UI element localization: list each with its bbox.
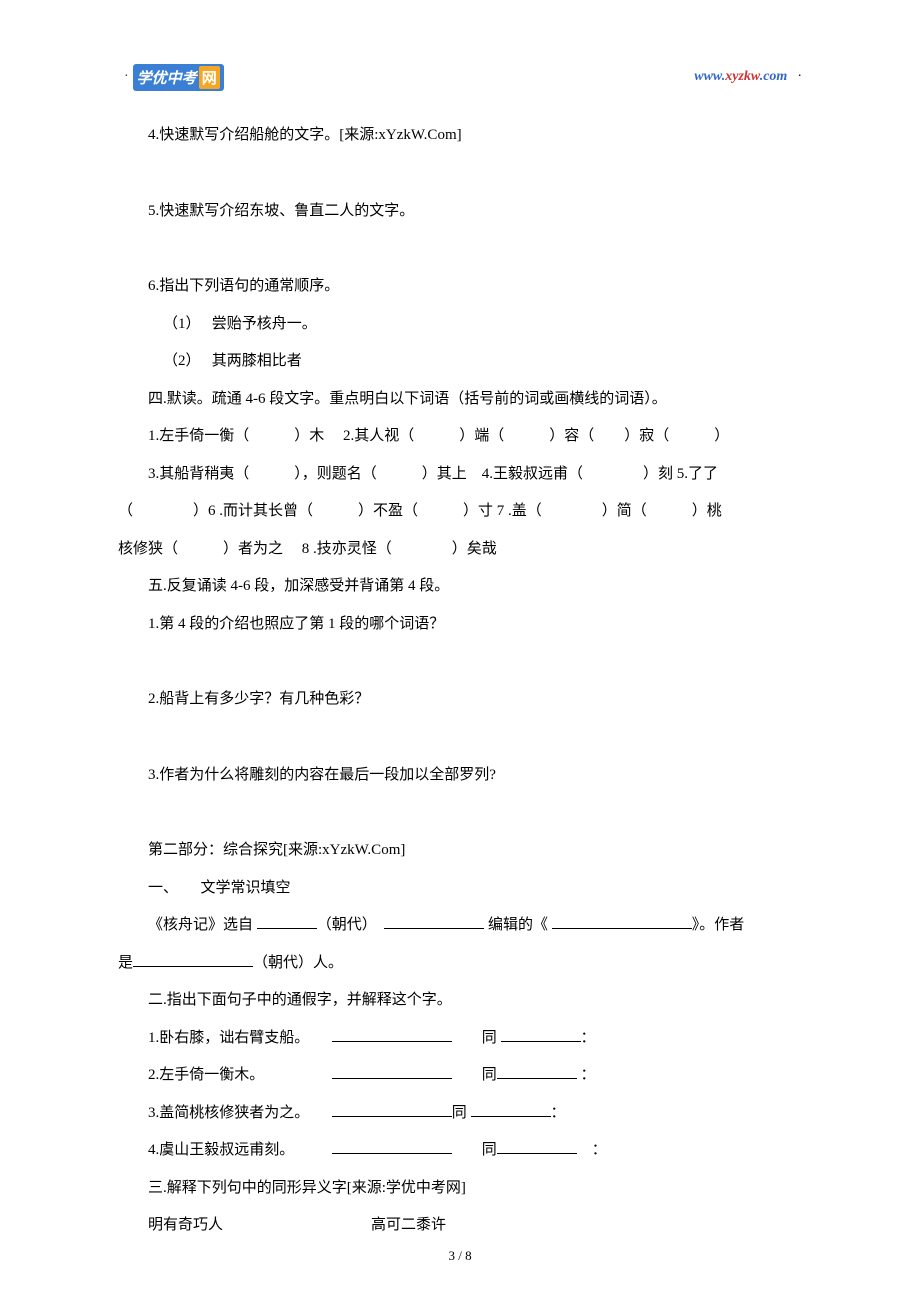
text-segment: 同	[452, 1142, 497, 1158]
part-2-s2-item-3: 3.盖简桃核修狭者为之。 同 ：	[118, 1095, 802, 1133]
blank-field[interactable]	[332, 1102, 452, 1117]
total-pages: 8	[465, 1248, 472, 1263]
logo-badge: · 学优中考 网	[124, 65, 224, 89]
section-4-line-4: 核修狭（ ）者为之 8 .技亦灵怪（ ）矣哉	[118, 531, 802, 569]
section-4-line-1: 1.左手倚一衡（ ）木 2.其人视（ ）端（ ）容（ ）寂（ ）	[118, 418, 802, 456]
logo-suffix: 网	[199, 66, 220, 89]
part-2-section-1: 一、 文学常识填空	[118, 870, 802, 908]
text-segment: （朝代）人。	[253, 955, 343, 971]
blank-field[interactable]	[133, 952, 253, 967]
section-5-heading: 五.反复诵读 4-6 段，加深感受并背诵第 4 段。	[118, 568, 802, 606]
text-segment: 2.左手倚一衡木。	[148, 1067, 332, 1083]
text-segment: 编辑的《	[484, 917, 552, 933]
section-5-q3: 3.作者为什么将雕刻的内容在最后一段加以全部罗列?	[118, 757, 802, 795]
blank-field[interactable]	[257, 914, 317, 929]
text-segment: 同	[452, 1030, 501, 1046]
part-2-heading: 第二部分：综合探究[来源:xYzkW.Com]	[118, 832, 802, 870]
logo-text: 学优中考	[137, 67, 197, 88]
text-segment: 同	[452, 1105, 471, 1121]
part-2-s1-fill-line-2: 是 （朝代）人。	[118, 945, 802, 983]
question-5: 5.快速默写介绍东坡、鲁直二人的文字。	[118, 193, 802, 231]
blank-field[interactable]	[501, 1027, 581, 1042]
text-segment: 《核舟记》选自	[148, 917, 257, 933]
part-2-s2-item-2: 2.左手倚一衡木。 同 ：	[118, 1057, 802, 1095]
blank-field[interactable]	[552, 914, 692, 929]
spacer	[118, 155, 802, 193]
text-segment-left: 明有奇巧人	[148, 1217, 223, 1233]
document-content: 4.快速默写介绍船舱的文字。[来源:xYzkW.Com] 5.快速默写介绍东坡、…	[0, 89, 920, 1245]
section-5-q2: 2.船背上有多少字？有几种色彩？	[118, 681, 802, 719]
blank-field[interactable]	[332, 1027, 452, 1042]
section-4-line-2: 3.其船背稍夷（ ），则题名（ ）其上 4.王毅叔远甫（ ）刻 5.了了	[118, 456, 802, 494]
text-segment: 是	[118, 955, 133, 971]
blank-field[interactable]	[471, 1102, 551, 1117]
url-com: .com	[760, 69, 788, 84]
part-2-section-2: 二.指出下面句子中的通假字，并解释这个字。	[118, 982, 802, 1020]
blank-field[interactable]	[497, 1064, 577, 1079]
logo-main: 学优中考 网	[133, 64, 224, 91]
spacer	[118, 719, 802, 757]
blank-field[interactable]	[332, 1139, 452, 1154]
text-segment: 4.虞山王毅叔远甫刻。	[148, 1142, 332, 1158]
blank-field[interactable]	[384, 914, 484, 929]
text-segment: ：	[581, 1030, 596, 1046]
text-segment: ：	[577, 1142, 607, 1158]
website-url: www.xyzkw.com ·	[694, 69, 802, 85]
text-segment: ：	[551, 1105, 566, 1121]
text-segment: 同	[452, 1067, 497, 1083]
part-2-s2-item-4: 4.虞山王毅叔远甫刻。 同 ：	[118, 1132, 802, 1170]
text-segment: （朝代）	[317, 917, 385, 933]
page-header: · 学优中考 网 www.xyzkw.com ·	[0, 0, 920, 89]
blank-field[interactable]	[497, 1139, 577, 1154]
text-segment: 3.盖简桃核修狭者为之。	[148, 1105, 332, 1121]
section-5-q1: 1.第 4 段的介绍也照应了第 1 段的哪个词语？	[118, 606, 802, 644]
question-6: 6.指出下列语句的通常顺序。	[118, 268, 802, 306]
spacer	[118, 794, 802, 832]
question-4: 4.快速默写介绍船舱的文字。[来源:xYzkW.Com]	[118, 117, 802, 155]
url-domain: xyzkw	[725, 69, 759, 84]
question-6-2: （2） 其两膝相比者	[118, 343, 802, 381]
part-2-s3-line: 明有奇巧人 高可二黍许	[118, 1207, 802, 1245]
part-2-s1-fill-line-1: 《核舟记》选自 （朝代） 编辑的《 》。作者	[118, 907, 802, 945]
spacer	[118, 643, 802, 681]
text-segment: 》。作者	[692, 917, 745, 933]
section-4-line-3: （ ）6 .而计其长曾（ ）不盈（ ）寸 7 .盖（ ）简（ ）桃	[118, 493, 802, 531]
page-number: 3 / 8	[0, 1248, 920, 1264]
part-2-section-3: 三.解释下列句中的同形异义字[来源:学优中考网]	[118, 1170, 802, 1208]
blank-field[interactable]	[332, 1064, 452, 1079]
part-2-s2-item-1: 1.卧右膝，诎右臂支船。 同 ：	[118, 1020, 802, 1058]
page-separator: /	[455, 1248, 465, 1263]
logo-dot: ·	[124, 69, 129, 85]
text-segment: ：	[577, 1067, 596, 1083]
text-segment-right: 高可二黍许	[371, 1217, 446, 1233]
url-www: www.	[694, 69, 725, 84]
spacer	[118, 230, 802, 268]
section-4-heading: 四.默读。疏通 4-6 段文字。重点明白以下词语（括号前的词或画横线的词语）。	[118, 381, 802, 419]
url-end-dot: ·	[797, 69, 802, 84]
text-segment: 1.卧右膝，诎右臂支船。	[148, 1030, 332, 1046]
question-6-1: （1） 尝贻予核舟一。	[118, 306, 802, 344]
